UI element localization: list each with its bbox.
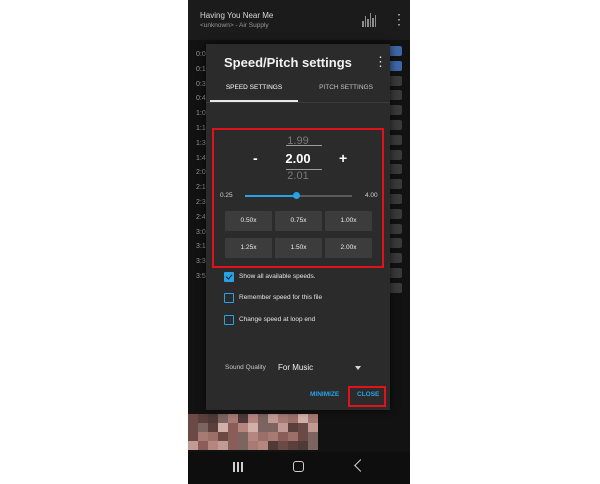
option-label: Change speed at loop end	[239, 316, 316, 323]
tab-speed-settings[interactable]: SPEED SETTINGS	[210, 74, 298, 102]
highlight-close-button	[348, 386, 386, 407]
album-art-thumbnail[interactable]	[188, 414, 318, 450]
divider	[206, 102, 390, 103]
checkbox-checked[interactable]	[224, 272, 234, 282]
option-label: Remember speed for this file	[239, 294, 323, 301]
dialog-title: Speed/Pitch settings	[224, 55, 352, 70]
more-vert-icon[interactable]: ⋮	[392, 12, 406, 26]
recents-icon[interactable]	[232, 461, 244, 473]
track-title: Having You Near Me	[200, 11, 274, 20]
home-icon[interactable]	[293, 461, 304, 472]
checkbox-unchecked[interactable]	[224, 293, 234, 303]
checkbox-unchecked[interactable]	[224, 315, 234, 325]
sound-quality-label: Sound Quality	[225, 364, 266, 371]
highlight-speed-panel	[212, 128, 384, 268]
minimize-button[interactable]: MINIMIZE	[310, 391, 339, 398]
player-top-bar: Having You Near Me <unknown> - Air Suppl…	[188, 0, 410, 40]
sound-quality-select[interactable]: For Music	[278, 363, 313, 372]
track-subtitle: <unknown> - Air Supply	[200, 22, 269, 29]
option-label: Show all available speeds.	[239, 273, 316, 280]
tab-bar: SPEED SETTINGS PITCH SETTINGS	[206, 74, 390, 102]
dropdown-arrow-icon[interactable]	[355, 366, 361, 370]
more-vert-icon[interactable]: ⋮	[374, 55, 387, 68]
equalizer-icon[interactable]	[362, 11, 376, 27]
waveform-strip[interactable]	[388, 46, 402, 311]
tab-pitch-settings[interactable]: PITCH SETTINGS	[302, 74, 390, 102]
